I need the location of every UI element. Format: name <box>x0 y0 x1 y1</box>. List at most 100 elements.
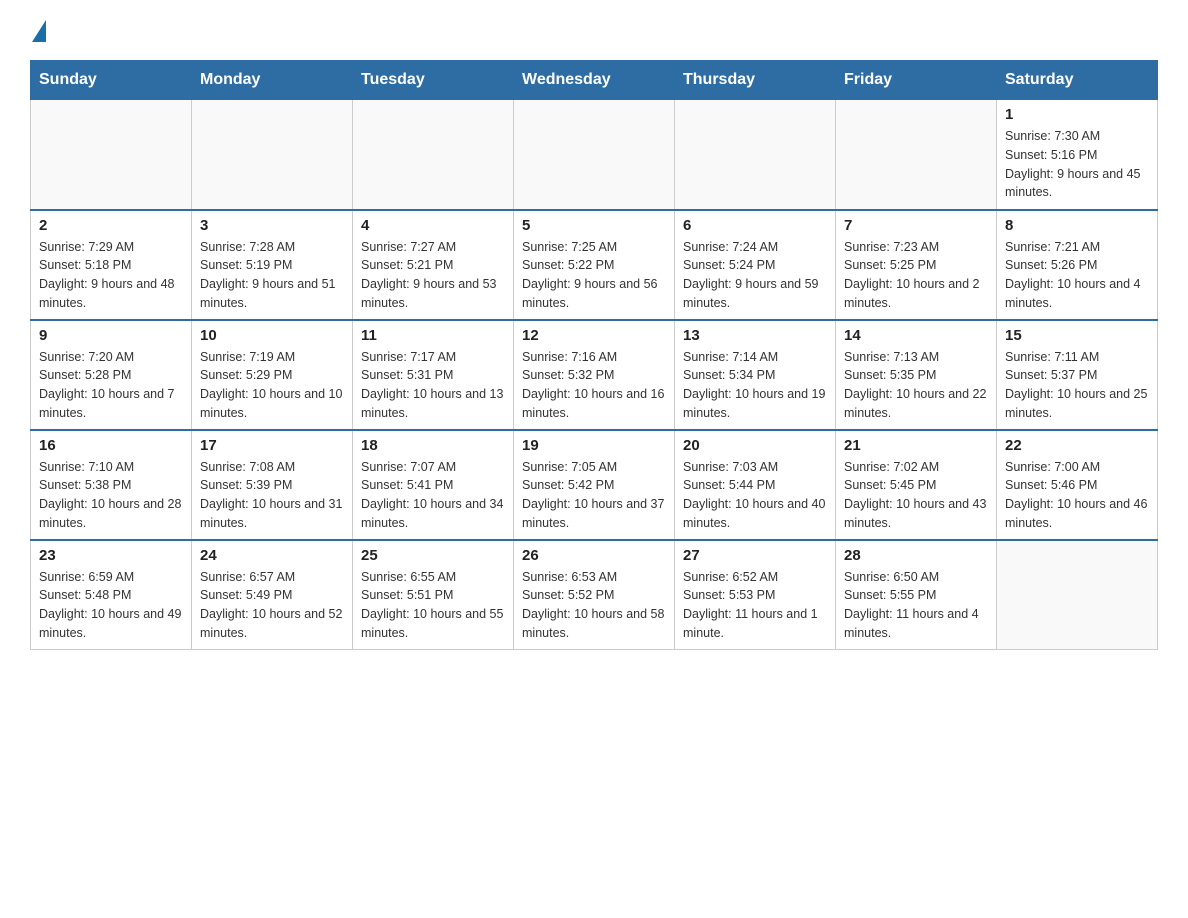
calendar-cell <box>997 540 1158 650</box>
day-info: Sunrise: 6:53 AM Sunset: 5:52 PM Dayligh… <box>522 568 666 643</box>
day-number: 26 <box>522 547 666 564</box>
calendar-cell: 16 Sunrise: 7:10 AM Sunset: 5:38 PM Dayli… <box>31 430 192 540</box>
day-info: Sunrise: 7:13 AM Sunset: 5:35 PM Dayligh… <box>844 348 988 423</box>
page-header <box>30 20 1158 40</box>
day-number: 20 <box>683 437 827 454</box>
calendar-cell: 5Sunrise: 7:25 AM Sunset: 5:22 PM Daylig… <box>514 210 675 320</box>
day-info: Sunrise: 7:05 AM Sunset: 5:42 PM Dayligh… <box>522 458 666 533</box>
calendar-cell: 15 Sunrise: 7:11 AM Sunset: 5:37 PM Dayli… <box>997 320 1158 430</box>
calendar-cell: 11 Sunrise: 7:17 AM Sunset: 5:31 PM Dayli… <box>353 320 514 430</box>
day-number: 17 <box>200 437 344 454</box>
day-info: Sunrise: 6:55 AM Sunset: 5:51 PM Dayligh… <box>361 568 505 643</box>
day-number: 19 <box>522 437 666 454</box>
day-info: Sunrise: 7:25 AM Sunset: 5:22 PM Dayligh… <box>522 238 666 313</box>
calendar-cell: 1 Sunrise: 7:30 AM Sunset: 5:16 PM Daylig… <box>997 100 1158 210</box>
day-info: Sunrise: 7:03 AM Sunset: 5:44 PM Dayligh… <box>683 458 827 533</box>
day-number: 23 <box>39 547 183 564</box>
day-number: 16 <box>39 437 183 454</box>
day-info: Sunrise: 7:30 AM Sunset: 5:16 PM Dayligh… <box>1005 127 1149 202</box>
calendar-week-row: 9 Sunrise: 7:20 AM Sunset: 5:28 PM Daylig… <box>31 320 1158 430</box>
calendar-cell: 18 Sunrise: 7:07 AM Sunset: 5:41 PM Dayli… <box>353 430 514 540</box>
calendar-cell: 12 Sunrise: 7:16 AM Sunset: 5:32 PM Dayli… <box>514 320 675 430</box>
day-info: Sunrise: 7:17 AM Sunset: 5:31 PM Dayligh… <box>361 348 505 423</box>
day-info: Sunrise: 7:23 AM Sunset: 5:25 PM Dayligh… <box>844 238 988 313</box>
calendar-cell <box>353 100 514 210</box>
day-number: 27 <box>683 547 827 564</box>
day-number: 10 <box>200 327 344 344</box>
calendar-cell: 3Sunrise: 7:28 AM Sunset: 5:19 PM Daylig… <box>192 210 353 320</box>
day-info: Sunrise: 7:21 AM Sunset: 5:26 PM Dayligh… <box>1005 238 1149 313</box>
day-info: Sunrise: 7:10 AM Sunset: 5:38 PM Dayligh… <box>39 458 183 533</box>
calendar-cell: 9 Sunrise: 7:20 AM Sunset: 5:28 PM Daylig… <box>31 320 192 430</box>
calendar-cell <box>514 100 675 210</box>
calendar-cell <box>836 100 997 210</box>
day-number: 22 <box>1005 437 1149 454</box>
day-info: Sunrise: 7:28 AM Sunset: 5:19 PM Dayligh… <box>200 238 344 313</box>
day-number: 12 <box>522 327 666 344</box>
day-number: 6 <box>683 217 827 234</box>
column-header-saturday: Saturday <box>997 61 1158 100</box>
calendar-table: SundayMondayTuesdayWednesdayThursdayFrid… <box>30 60 1158 650</box>
day-number: 24 <box>200 547 344 564</box>
calendar-cell: 14Sunrise: 7:13 AM Sunset: 5:35 PM Dayli… <box>836 320 997 430</box>
calendar-cell <box>31 100 192 210</box>
calendar-cell: 26 Sunrise: 6:53 AM Sunset: 5:52 PM Dayli… <box>514 540 675 650</box>
calendar-cell: 17 Sunrise: 7:08 AM Sunset: 5:39 PM Dayli… <box>192 430 353 540</box>
calendar-cell: 13 Sunrise: 7:14 AM Sunset: 5:34 PM Dayli… <box>675 320 836 430</box>
day-number: 15 <box>1005 327 1149 344</box>
calendar-cell: 27 Sunrise: 6:52 AM Sunset: 5:53 PM Dayli… <box>675 540 836 650</box>
calendar-cell: 23 Sunrise: 6:59 AM Sunset: 5:48 PM Dayli… <box>31 540 192 650</box>
day-info: Sunrise: 7:14 AM Sunset: 5:34 PM Dayligh… <box>683 348 827 423</box>
day-info: Sunrise: 7:20 AM Sunset: 5:28 PM Dayligh… <box>39 348 183 423</box>
column-header-wednesday: Wednesday <box>514 61 675 100</box>
day-number: 25 <box>361 547 505 564</box>
calendar-week-row: 1 Sunrise: 7:30 AM Sunset: 5:16 PM Daylig… <box>31 100 1158 210</box>
calendar-cell: 21 Sunrise: 7:02 AM Sunset: 5:45 PM Dayli… <box>836 430 997 540</box>
calendar-cell: 6 Sunrise: 7:24 AM Sunset: 5:24 PM Daylig… <box>675 210 836 320</box>
day-info: Sunrise: 7:29 AM Sunset: 5:18 PM Dayligh… <box>39 238 183 313</box>
calendar-cell: 8 Sunrise: 7:21 AM Sunset: 5:26 PM Daylig… <box>997 210 1158 320</box>
day-info: Sunrise: 7:24 AM Sunset: 5:24 PM Dayligh… <box>683 238 827 313</box>
calendar-cell <box>192 100 353 210</box>
day-info: Sunrise: 6:50 AM Sunset: 5:55 PM Dayligh… <box>844 568 988 643</box>
day-info: Sunrise: 7:00 AM Sunset: 5:46 PM Dayligh… <box>1005 458 1149 533</box>
day-number: 7 <box>844 217 988 234</box>
day-number: 28 <box>844 547 988 564</box>
day-info: Sunrise: 7:08 AM Sunset: 5:39 PM Dayligh… <box>200 458 344 533</box>
column-header-monday: Monday <box>192 61 353 100</box>
day-number: 1 <box>1005 106 1149 123</box>
day-info: Sunrise: 7:16 AM Sunset: 5:32 PM Dayligh… <box>522 348 666 423</box>
calendar-cell: 24Sunrise: 6:57 AM Sunset: 5:49 PM Dayli… <box>192 540 353 650</box>
day-info: Sunrise: 6:59 AM Sunset: 5:48 PM Dayligh… <box>39 568 183 643</box>
day-info: Sunrise: 7:11 AM Sunset: 5:37 PM Dayligh… <box>1005 348 1149 423</box>
calendar-cell: 2 Sunrise: 7:29 AM Sunset: 5:18 PM Daylig… <box>31 210 192 320</box>
day-info: Sunrise: 7:02 AM Sunset: 5:45 PM Dayligh… <box>844 458 988 533</box>
day-info: Sunrise: 7:19 AM Sunset: 5:29 PM Dayligh… <box>200 348 344 423</box>
calendar-cell: 25 Sunrise: 6:55 AM Sunset: 5:51 PM Dayli… <box>353 540 514 650</box>
day-info: Sunrise: 7:27 AM Sunset: 5:21 PM Dayligh… <box>361 238 505 313</box>
calendar-cell: 7 Sunrise: 7:23 AM Sunset: 5:25 PM Daylig… <box>836 210 997 320</box>
day-number: 11 <box>361 327 505 344</box>
day-number: 18 <box>361 437 505 454</box>
calendar-cell <box>675 100 836 210</box>
calendar-week-row: 16 Sunrise: 7:10 AM Sunset: 5:38 PM Dayli… <box>31 430 1158 540</box>
calendar-cell: 22 Sunrise: 7:00 AM Sunset: 5:46 PM Dayli… <box>997 430 1158 540</box>
calendar-header-row: SundayMondayTuesdayWednesdayThursdayFrid… <box>31 61 1158 100</box>
day-number: 13 <box>683 327 827 344</box>
day-number: 8 <box>1005 217 1149 234</box>
calendar-cell: 4 Sunrise: 7:27 AM Sunset: 5:21 PM Daylig… <box>353 210 514 320</box>
calendar-week-row: 23 Sunrise: 6:59 AM Sunset: 5:48 PM Dayli… <box>31 540 1158 650</box>
calendar-cell: 28 Sunrise: 6:50 AM Sunset: 5:55 PM Dayli… <box>836 540 997 650</box>
day-number: 2 <box>39 217 183 234</box>
logo-triangle-icon <box>32 20 46 42</box>
calendar-week-row: 2 Sunrise: 7:29 AM Sunset: 5:18 PM Daylig… <box>31 210 1158 320</box>
day-info: Sunrise: 6:52 AM Sunset: 5:53 PM Dayligh… <box>683 568 827 643</box>
column-header-sunday: Sunday <box>31 61 192 100</box>
day-number: 21 <box>844 437 988 454</box>
day-number: 9 <box>39 327 183 344</box>
logo <box>30 20 46 40</box>
day-info: Sunrise: 7:07 AM Sunset: 5:41 PM Dayligh… <box>361 458 505 533</box>
calendar-cell: 10 Sunrise: 7:19 AM Sunset: 5:29 PM Dayli… <box>192 320 353 430</box>
day-number: 4 <box>361 217 505 234</box>
calendar-cell: 19 Sunrise: 7:05 AM Sunset: 5:42 PM Dayli… <box>514 430 675 540</box>
